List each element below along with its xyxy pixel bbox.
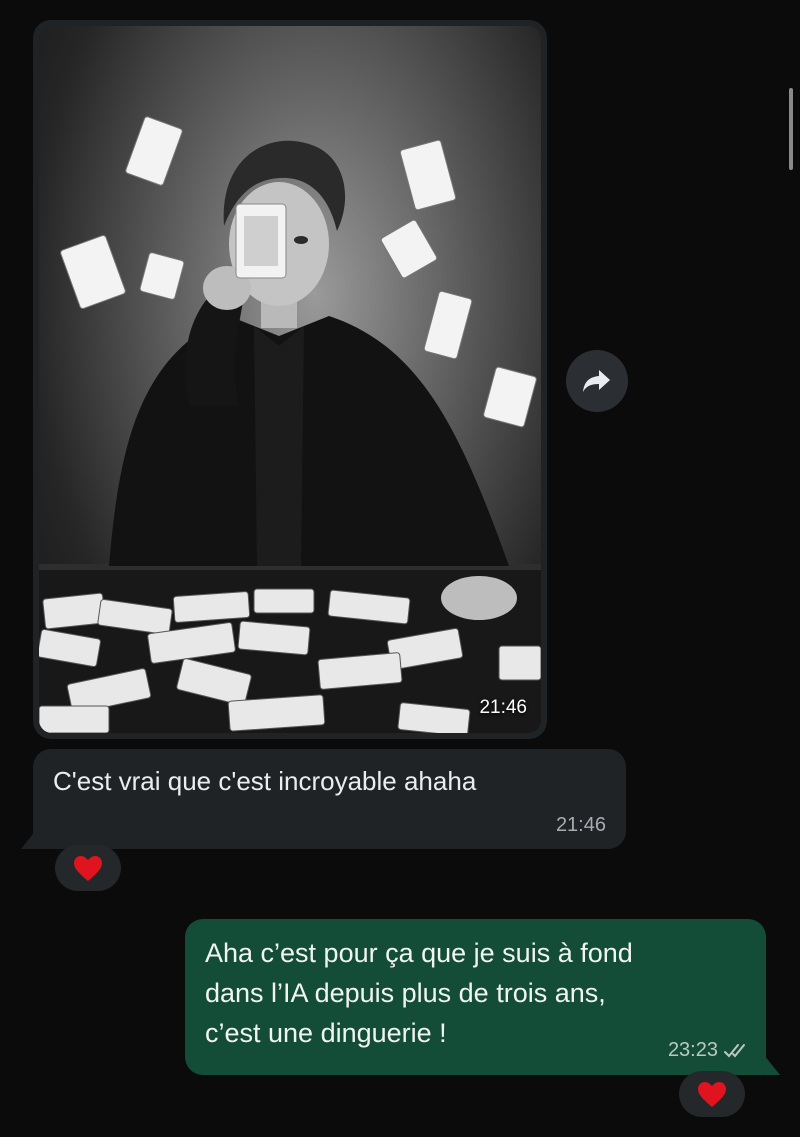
sent-reaction[interactable] xyxy=(679,1071,745,1117)
sent-message-bubble[interactable]: Aha c’est pour ça que je suis à fond dan… xyxy=(185,919,766,1075)
received-message-text: C'est vrai que c'est incroyable ahaha xyxy=(53,766,477,796)
image-message-bubble[interactable]: 21:46 xyxy=(33,20,547,739)
sent-message-line-2: dans l’IA depuis plus de trois ans, xyxy=(205,978,606,1008)
photo-illustration xyxy=(39,116,541,733)
sent-message-text: Aha c’est pour ça que je suis à fond dan… xyxy=(205,933,744,1053)
forward-arrow-icon xyxy=(583,370,610,392)
heart-icon xyxy=(698,1081,726,1107)
image-timestamp: 21:46 xyxy=(479,697,527,718)
sent-message-meta: 23:23 xyxy=(668,1039,750,1062)
sent-message-line-3: c’est une dinguerie ! xyxy=(205,1018,447,1048)
received-reaction[interactable] xyxy=(55,845,121,891)
received-message-bubble[interactable]: C'est vrai que c'est incroyable ahaha 21… xyxy=(33,749,626,849)
sent-message-time: 23:23 xyxy=(667,1039,718,1061)
received-message-time: 21:46 xyxy=(555,814,606,836)
photo-man-with-playing-cards[interactable]: 21:46 xyxy=(39,26,541,733)
sent-message-line-1: Aha c’est pour ça que je suis à fond xyxy=(205,938,633,968)
scrollbar[interactable] xyxy=(789,88,793,170)
heart-icon xyxy=(74,855,102,881)
double-check-icon xyxy=(724,1043,745,1057)
forward-button[interactable] xyxy=(566,350,628,412)
sent-bubble-tail xyxy=(764,1055,780,1075)
received-bubble-tail xyxy=(21,829,37,849)
